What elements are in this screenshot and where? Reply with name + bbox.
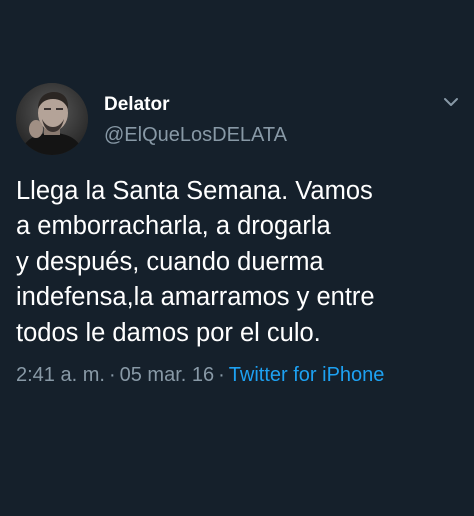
separator: · bbox=[108, 364, 116, 386]
tweet-time: 2:41 a. m. bbox=[16, 364, 105, 386]
tweet-text: Llega la Santa Semana. Vamos a emborrach… bbox=[16, 177, 375, 347]
tweet-date: 05 mar. 16 bbox=[119, 364, 215, 386]
tweet-source-link[interactable]: Twitter for iPhone bbox=[229, 364, 385, 386]
tweet-meta: 2:41 a. m. · 05 mar. 16 · Twitter for iPhone bbox=[16, 364, 384, 387]
tweet: Delator @ElQueLosDELATA Llega la Santa S… bbox=[0, 0, 474, 516]
separator: · bbox=[218, 364, 225, 386]
avatar-photo-icon bbox=[16, 83, 88, 155]
chevron-down-icon[interactable] bbox=[442, 95, 460, 109]
avatar[interactable] bbox=[16, 83, 88, 155]
user-handle[interactable]: @ElQueLosDELATA bbox=[104, 124, 287, 147]
display-name[interactable]: Delator bbox=[104, 94, 169, 116]
